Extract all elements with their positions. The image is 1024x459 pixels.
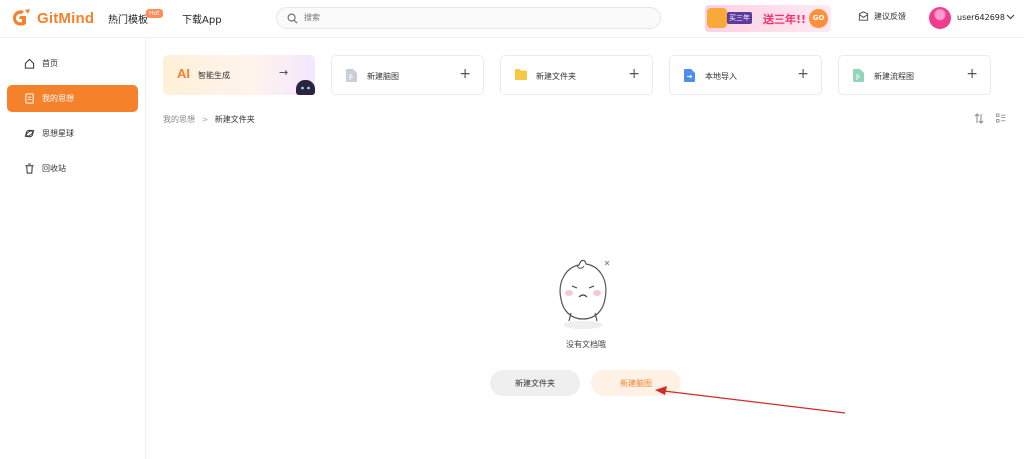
local-import-card[interactable]: 本地导入 + — [669, 55, 822, 95]
sidebar-item-label: 思想星球 — [42, 129, 74, 138]
flowchart-file-icon — [853, 69, 864, 82]
robot-mascot-icon — [296, 80, 315, 95]
new-folder-button[interactable]: 新建文件夹 — [490, 370, 580, 396]
feedback-label: 建议反馈 — [874, 12, 906, 21]
sidebar-item-home[interactable]: 首页 — [7, 50, 138, 77]
search-box[interactable] — [276, 7, 661, 29]
list-view-icon[interactable] — [996, 113, 1006, 124]
app-name: GitMind — [37, 9, 95, 27]
top-bar: GitMind 热门模板 Hot 下载App 买三年 送三年!! GO 建议反馈… — [0, 0, 1024, 38]
sidebar: 首页 我的思想 思想星球 回收站 — [0, 38, 146, 459]
breadcrumb: 我的思想 > 新建文件夹 — [163, 114, 255, 125]
document-icon — [25, 93, 34, 104]
new-mindmap-button[interactable]: 新建脑图 — [591, 370, 681, 396]
ai-generate-card[interactable]: AI 智能生成 → — [163, 55, 315, 95]
new-mindmap-label: 新建脑图 — [367, 72, 399, 81]
hot-badge: Hot — [146, 9, 163, 18]
new-folder-label: 新建文件夹 — [536, 72, 576, 81]
empty-state-message: 没有文档哦 — [566, 340, 606, 349]
arrow-right-icon: → — [279, 66, 289, 79]
sidebar-item-trash[interactable]: 回收站 — [7, 155, 138, 182]
sort-icon[interactable] — [974, 113, 984, 124]
folder-icon — [515, 69, 527, 80]
sidebar-item-idea-planet[interactable]: 思想星球 — [7, 120, 138, 147]
feedback-link[interactable]: 建议反馈 — [858, 11, 906, 22]
sidebar-item-label: 回收站 — [42, 164, 66, 173]
nav-hot-templates[interactable]: 热门模板 — [108, 11, 148, 26]
promo-badge: 买三年 — [727, 12, 752, 24]
plus-icon: + — [797, 66, 809, 82]
nav-download-app[interactable]: 下载App — [182, 11, 222, 26]
mindmap-file-icon — [346, 69, 357, 82]
planet-icon — [24, 129, 35, 138]
username[interactable]: user642698 — [957, 13, 1005, 22]
local-import-label: 本地导入 — [705, 72, 737, 81]
new-mindmap-card[interactable]: 新建脑图 + — [331, 55, 484, 95]
new-folder-card[interactable]: 新建文件夹 + — [500, 55, 653, 95]
gitmind-logo-icon — [13, 9, 30, 26]
promo-text: 送三年!! — [763, 13, 807, 26]
feedback-icon — [858, 11, 869, 21]
home-icon — [24, 58, 35, 69]
chevron-down-icon[interactable] — [1006, 14, 1015, 20]
import-icon — [684, 69, 695, 82]
avatar[interactable] — [929, 7, 951, 29]
empty-mascot-illustration — [559, 259, 610, 329]
new-flowchart-card[interactable]: 新建流程图 + — [838, 55, 991, 95]
plus-icon: + — [628, 66, 640, 82]
sidebar-item-label: 我的思想 — [42, 94, 74, 103]
gift-icon — [707, 8, 727, 28]
trash-icon — [25, 163, 34, 174]
plus-icon: + — [966, 66, 978, 82]
sidebar-item-label: 首页 — [42, 59, 58, 68]
breadcrumb-current: 新建文件夹 — [214, 115, 255, 124]
search-input[interactable] — [304, 13, 604, 22]
breadcrumb-separator: > — [201, 115, 209, 124]
ai-generate-label: 智能生成 — [198, 71, 230, 80]
search-icon — [287, 13, 298, 24]
sidebar-item-my-ideas[interactable]: 我的思想 — [7, 85, 138, 112]
promo-banner[interactable]: 买三年 送三年!! GO — [705, 5, 831, 32]
breadcrumb-root[interactable]: 我的思想 — [163, 115, 195, 124]
plus-icon: + — [459, 66, 471, 82]
new-flowchart-label: 新建流程图 — [874, 72, 914, 81]
promo-go-button[interactable]: GO — [809, 9, 828, 28]
ai-icon: AI — [177, 66, 190, 81]
logo[interactable]: GitMind — [10, 8, 94, 28]
